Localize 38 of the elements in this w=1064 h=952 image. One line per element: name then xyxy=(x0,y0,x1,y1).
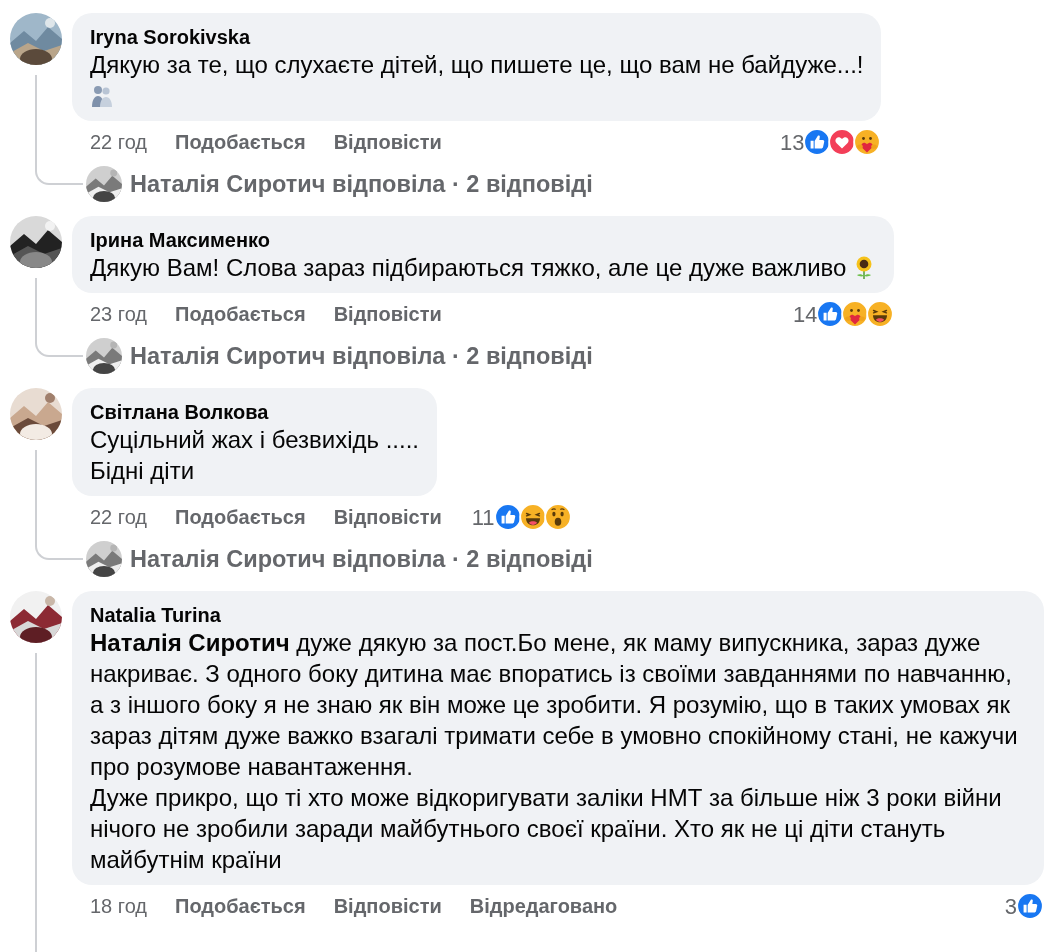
reply-link[interactable]: Відповісти xyxy=(333,891,442,921)
thumbs-up-icon xyxy=(803,128,832,156)
comment-text: Дякую за те, що слухаєте дітей, що пишете це, що вам не байдуже...! xyxy=(90,50,864,80)
comment-text: Наталія Сиротич дуже дякую за пост.Бо мене, як маму випускника, зараз дуже накриває. З одного боку дитина має впоратись із своїми завданнями по навчанню, а з іншого боку я не знаю як він може це зробити. Я розумію, що в таких умовах як зараз дітям дуже важко взагалі тримати себе в умовно спокійному стані, не кажучи про розумове навантаження. Дуже прикро, що ті хто може відкоригувати заліки НМТ за більше ніж 3 роки війни нічого не зробили заради майбутнього своєї країни. Хто як не ці діти стануть майбутнім країни xyxy=(90,628,1019,875)
replies-link[interactable]: Наталія Сиротич відповіла · 2 відповіді xyxy=(130,167,593,203)
laughing-face-icon xyxy=(518,503,547,531)
hugging-people-icon xyxy=(90,83,114,108)
author-name[interactable]: Ірина Максименко xyxy=(90,228,877,252)
like-link[interactable]: Подобається xyxy=(175,891,306,921)
comment-text: Дякую Вам! Слова зараз підбираються тяжко, але це дуже важливо xyxy=(90,252,877,283)
surprised-face-icon xyxy=(543,503,572,531)
reply-link[interactable]: Відповісти xyxy=(333,502,442,532)
reaction-count[interactable]: 14 xyxy=(792,297,818,331)
timestamp[interactable]: 22 год xyxy=(90,502,147,532)
reply-link[interactable]: Відповісти xyxy=(333,127,442,157)
comment-text: Суцільний жах і безвихідь ..... Бідні діти xyxy=(90,425,420,486)
thumbs-up-icon xyxy=(816,300,845,328)
timestamp[interactable]: 18 год xyxy=(90,891,147,921)
like-link[interactable]: Подобається xyxy=(175,127,306,157)
like-link[interactable]: Подобається xyxy=(175,299,306,329)
timestamp[interactable]: 22 год xyxy=(90,127,147,157)
hugging-heart-face-icon xyxy=(841,300,870,328)
author-name[interactable]: Natalia Turina xyxy=(90,603,1026,627)
author-name[interactable]: Світлана Волкова xyxy=(90,400,420,424)
thumbs-up-icon xyxy=(493,503,522,531)
timestamp[interactable]: 23 год xyxy=(90,299,147,329)
thumbs-up-icon xyxy=(1016,892,1044,920)
replies-link[interactable]: Наталія Сиротич відповіла · 2 відповіді xyxy=(130,542,593,578)
laughing-face-icon xyxy=(866,300,895,328)
edited-label: Відредаговано xyxy=(469,894,618,919)
reaction-count[interactable]: 3 xyxy=(1004,889,1017,923)
replies-link[interactable]: Наталія Сиротич відповіла · 2 відповіді xyxy=(130,339,593,375)
reply-link[interactable]: Відповісти xyxy=(333,299,442,329)
like-link[interactable]: Подобається xyxy=(175,502,306,532)
reaction-count[interactable]: 11 xyxy=(471,500,495,534)
author-name[interactable]: Iryna Sorokivska xyxy=(90,25,864,49)
reaction-count[interactable]: 13 xyxy=(780,125,805,159)
hugging-heart-face-icon xyxy=(853,128,882,156)
